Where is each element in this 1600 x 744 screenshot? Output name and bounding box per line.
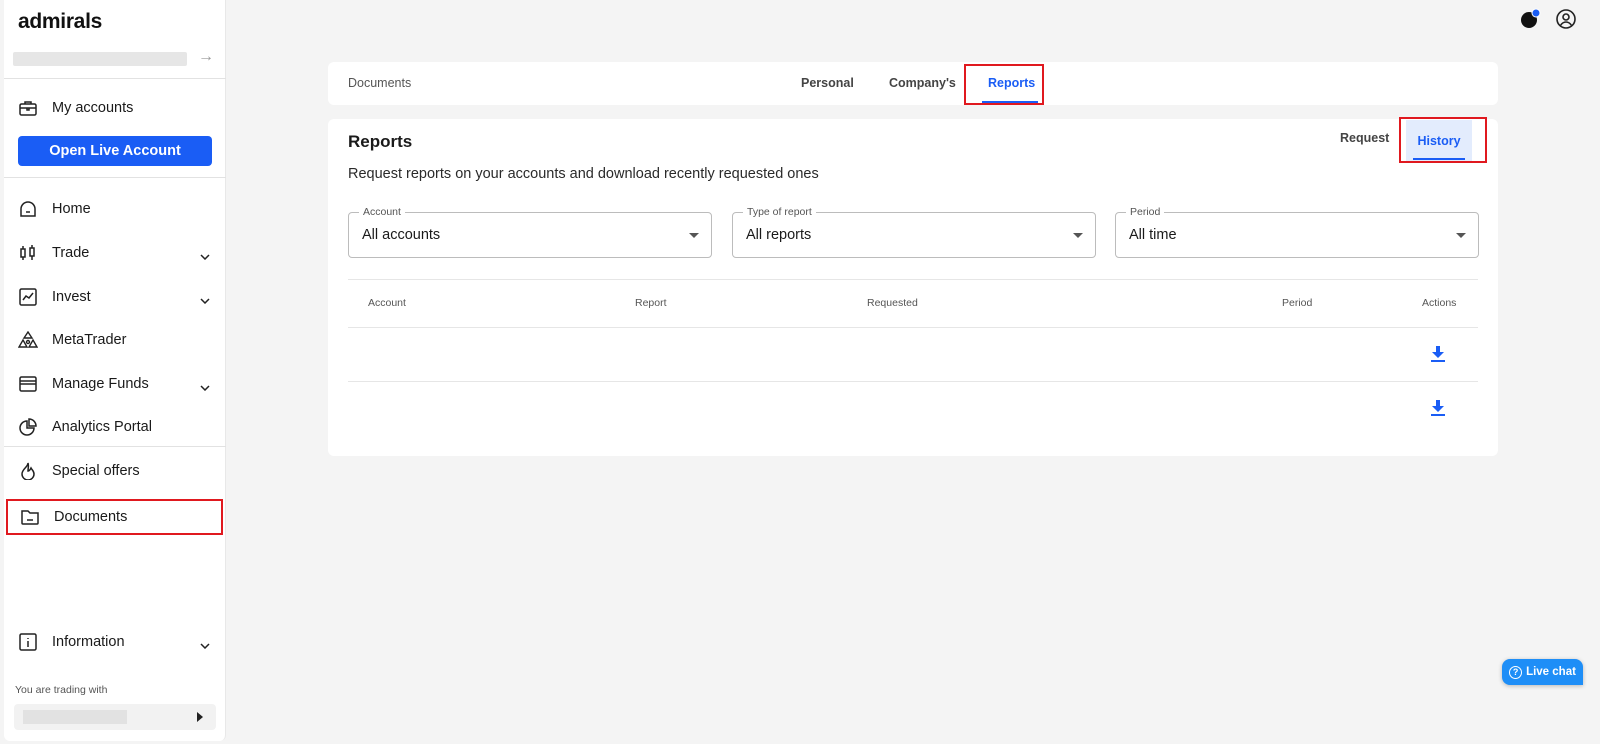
divider <box>4 177 226 178</box>
sidebar-item-label: Home <box>52 201 91 217</box>
trading-entity-selector[interactable] <box>14 704 216 730</box>
column-header-account: Account <box>368 297 406 309</box>
divider <box>4 78 226 79</box>
sidebar-item-home[interactable]: Home <box>4 191 226 227</box>
live-chat-button[interactable]: ? Live chat <box>1502 659 1583 685</box>
candlestick-icon <box>18 243 38 263</box>
active-tab-indicator <box>982 101 1038 103</box>
sidebar-item-special-offers[interactable]: Special offers <box>4 453 226 489</box>
table-divider <box>348 279 1478 280</box>
sidebar-item-analytics-portal[interactable]: Analytics Portal <box>4 409 226 445</box>
section-title: Documents <box>348 76 412 90</box>
sidebar-item-label: My accounts <box>52 100 134 116</box>
sidebar-item-label: Manage Funds <box>52 376 149 392</box>
chevron-down-icon <box>200 291 210 309</box>
home-icon <box>18 199 38 219</box>
sidebar-item-documents[interactable]: Documents <box>6 499 223 535</box>
trading-with-label: You are trading with <box>15 684 108 696</box>
filter-value: All accounts <box>362 227 441 243</box>
tab-personal[interactable]: Personal <box>801 76 854 90</box>
info-icon <box>18 632 38 652</box>
account-name-placeholder <box>13 52 187 66</box>
chevron-down-icon <box>200 636 210 654</box>
caret-right-icon <box>197 712 203 722</box>
flame-icon <box>18 461 38 481</box>
filter-label: Account <box>359 206 405 218</box>
sidebar: admirals → My accounts Open Live Account… <box>4 0 226 741</box>
sidebar-item-manage-funds[interactable]: Manage Funds <box>4 366 226 402</box>
account-filter-select[interactable]: Account All accounts <box>348 206 712 258</box>
sidebar-item-label: Analytics Portal <box>52 419 152 435</box>
segment-request[interactable]: Request <box>1340 131 1389 145</box>
logout-arrow-icon[interactable]: → <box>198 48 214 66</box>
column-header-period: Period <box>1282 297 1313 309</box>
caret-down-icon <box>1073 233 1083 238</box>
reports-subtitle: Request reports on your accounts and dow… <box>348 166 819 182</box>
folder-icon <box>20 507 40 527</box>
pie-chart-icon <box>18 417 38 437</box>
question-icon: ? <box>1509 665 1523 679</box>
segment-history[interactable]: History <box>1406 120 1472 162</box>
sidebar-item-label: Information <box>52 634 125 650</box>
column-header-requested: Requested <box>867 297 918 309</box>
entity-name-placeholder <box>23 710 127 724</box>
sidebar-item-metatrader[interactable]: MetaTrader <box>4 322 226 358</box>
sidebar-item-label: Invest <box>52 289 91 305</box>
sidebar-item-my-accounts[interactable]: My accounts <box>4 90 226 126</box>
chart-line-icon <box>18 287 38 307</box>
documents-tabs-bar: Documents Personal Company's Reports <box>328 62 1498 105</box>
chevron-down-icon <box>200 247 210 265</box>
sidebar-item-label: Trade <box>52 245 90 261</box>
divider <box>4 446 226 447</box>
active-segment-indicator <box>1413 158 1465 160</box>
download-icon[interactable] <box>1428 398 1448 418</box>
sidebar-item-label: MetaTrader <box>52 332 127 348</box>
user-profile-icon[interactable] <box>1555 8 1577 30</box>
table-divider <box>348 327 1478 328</box>
reports-panel: Reports Request History Request reports … <box>328 117 1498 456</box>
tab-company[interactable]: Company's <box>889 76 956 90</box>
filter-label: Type of report <box>743 206 816 218</box>
download-icon[interactable] <box>1428 344 1448 364</box>
filter-value: All reports <box>746 227 812 243</box>
open-live-account-button[interactable]: Open Live Account <box>18 136 212 166</box>
sidebar-item-label: Documents <box>54 509 128 525</box>
caret-down-icon <box>1456 233 1466 238</box>
reports-title: Reports <box>348 132 413 151</box>
admirals-logo[interactable]: admirals <box>18 10 102 34</box>
table-divider <box>348 381 1478 382</box>
sidebar-item-label: Special offers <box>52 463 140 479</box>
metatrader-icon <box>18 330 38 350</box>
filter-label: Period <box>1126 206 1165 218</box>
wallet-icon <box>18 374 38 394</box>
theme-toggle-icon[interactable] <box>1519 8 1541 30</box>
column-header-actions: Actions <box>1422 297 1457 309</box>
chevron-down-icon <box>200 378 210 396</box>
sidebar-item-information[interactable]: Information <box>4 624 226 660</box>
live-chat-label: Live chat <box>1526 666 1576 678</box>
filter-value: All time <box>1129 227 1177 243</box>
sidebar-item-invest[interactable]: Invest <box>4 279 226 315</box>
tab-reports[interactable]: Reports <box>988 76 1035 90</box>
caret-down-icon <box>689 233 699 238</box>
column-header-report: Report <box>635 297 667 309</box>
briefcase-icon <box>18 98 38 118</box>
sidebar-item-trade[interactable]: Trade <box>4 235 226 271</box>
period-filter-select[interactable]: Period All time <box>1115 206 1479 258</box>
report-type-filter-select[interactable]: Type of report All reports <box>732 206 1096 258</box>
